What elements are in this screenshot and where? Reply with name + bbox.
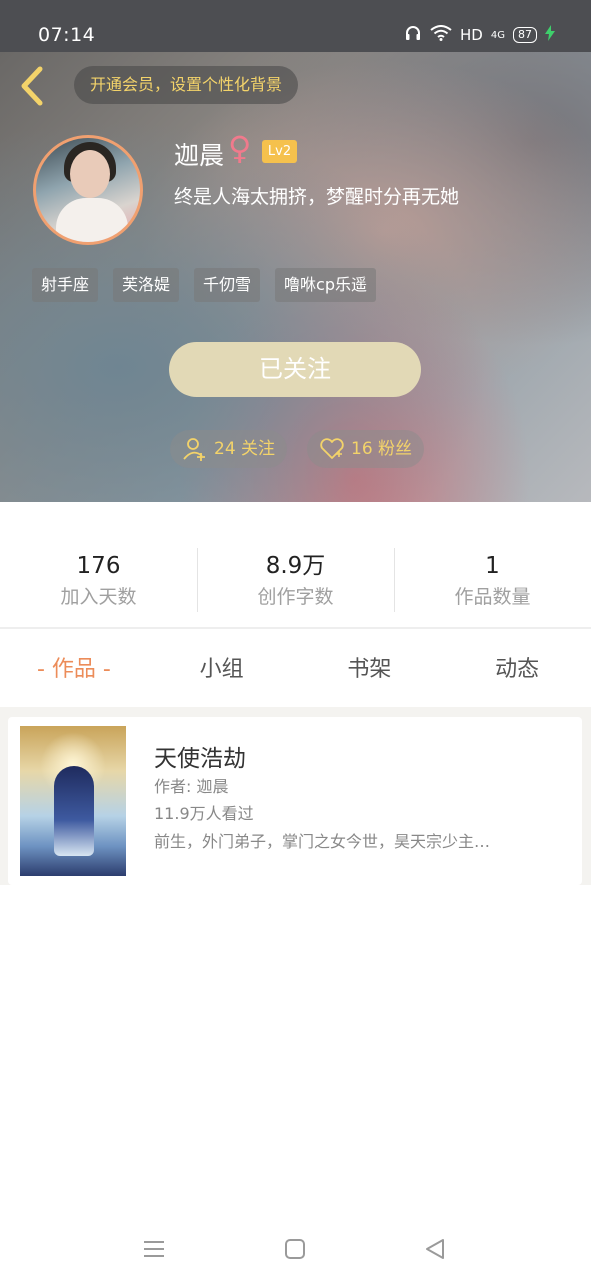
user-signature: 终是人海太拥挤，梦醒时分再无她 (174, 186, 460, 208)
tab-groups[interactable]: 小组 (148, 640, 296, 700)
work-author: 作者: 迦晨 (154, 777, 229, 796)
back-nav-button[interactable] (418, 1232, 452, 1266)
status-icons: HD 4G 87 (404, 24, 555, 46)
chevron-left-icon (21, 66, 43, 106)
work-title: 天使浩劫 (154, 746, 246, 772)
stat-join-days: 176 加入天数 (0, 548, 197, 614)
work-views: 11.9万人看过 (154, 804, 254, 823)
stat-word-count: 8.9万 创作字数 (197, 548, 394, 614)
tab-bookshelf[interactable]: 书架 (296, 640, 444, 700)
headset-icon (404, 24, 422, 46)
stat-value: 8.9万 (265, 553, 326, 579)
vip-background-banner[interactable]: 开通会员，设置个性化背景 (74, 66, 299, 104)
following-count: 24 关注 (214, 439, 276, 459)
tag-item[interactable]: 千仞雪 (194, 268, 261, 302)
menu-icon (144, 1241, 164, 1257)
following-button[interactable]: 24 关注 (170, 430, 288, 468)
tag-item[interactable]: 噜咻cp乐遥 (275, 268, 377, 302)
stat-value: 1 (485, 553, 500, 579)
tag-item[interactable]: 射手座 (32, 268, 99, 302)
heart-icon (320, 438, 344, 459)
back-button[interactable] (18, 66, 48, 106)
female-icon: ♀ (228, 129, 252, 167)
divider (0, 627, 591, 629)
avatar[interactable] (33, 135, 143, 245)
stats-row: 176 加入天数 8.9万 创作字数 1 作品数量 (0, 548, 591, 614)
stat-label: 加入天数 (60, 586, 137, 608)
username: 迦晨 (174, 141, 225, 170)
triangle-back-icon (426, 1239, 444, 1259)
stat-label: 作品数量 (454, 586, 531, 608)
stat-value: 176 (76, 553, 121, 579)
fans-count: 16 粉丝 (351, 439, 413, 459)
system-nav-bar (0, 1220, 591, 1280)
follow-button[interactable]: 已关注 (169, 342, 421, 397)
network-type: HD (460, 26, 483, 44)
charging-icon (545, 25, 555, 45)
tag-item[interactable]: 芙洛媞 (113, 268, 180, 302)
fans-button[interactable]: 16 粉丝 (307, 430, 425, 468)
wifi-icon (430, 25, 452, 45)
stat-work-count: 1 作品数量 (394, 548, 591, 614)
level-badge: Lv2 (262, 140, 297, 163)
work-card[interactable]: 天使浩劫 作者: 迦晨 11.9万人看过 前生，外门弟子，掌门之女今世，昊天宗少… (8, 717, 582, 885)
book-cover[interactable] (20, 726, 126, 876)
profile-tabs: - 作品 - 小组 书架 动态 (0, 640, 591, 700)
work-description: 前生，外门弟子，掌门之女今世，昊天宗少主… (154, 832, 491, 851)
square-icon (285, 1239, 305, 1259)
user-add-icon (183, 438, 205, 461)
status-time: 07:14 (38, 24, 96, 46)
stat-label: 创作字数 (257, 586, 334, 608)
signal-label: 4G (490, 29, 505, 41)
tab-activity[interactable]: 动态 (443, 640, 591, 700)
battery-level: 87 (513, 27, 537, 43)
tag-list: 射手座 芙洛媞 千仞雪 噜咻cp乐遥 (32, 268, 377, 302)
home-button[interactable] (278, 1232, 312, 1266)
status-bar: 07:14 HD 4G 87 (0, 0, 591, 52)
tab-works[interactable]: - 作品 - (0, 640, 148, 700)
profile-header: 开通会员，设置个性化背景 迦晨 ♀ Lv2 终是人海太拥挤，梦醒时分再无她 射手… (0, 52, 591, 502)
menu-button[interactable] (137, 1232, 171, 1266)
